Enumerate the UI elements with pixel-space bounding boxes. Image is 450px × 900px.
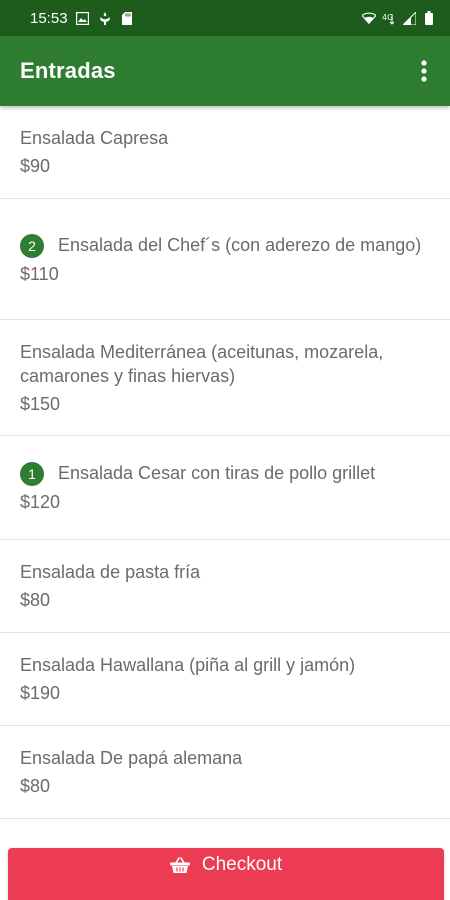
item-price: $80 (20, 590, 51, 610)
app-icon (98, 11, 112, 25)
menu-item[interactable]: Ensalada Capresa $90 (0, 106, 450, 199)
item-price: $80 (20, 776, 51, 796)
item-name: Ensalada Hawallana (piña al grill y jamó… (20, 655, 356, 675)
quantity-badge: 2 (20, 233, 44, 258)
wifi-icon (362, 11, 376, 25)
status-left: 15:53 (30, 10, 134, 27)
more-options-button[interactable] (412, 51, 436, 91)
quantity-badge: 1 (20, 462, 44, 486)
signal-icon (402, 11, 416, 25)
checkout-label: Checkout (201, 854, 283, 875)
item-name: Ensalada De papá alemana (20, 748, 243, 768)
basket-icon (169, 857, 190, 873)
item-price: $120 (20, 492, 61, 512)
menu-item[interactable]: Ensalada De papá alemana $80 (0, 726, 450, 819)
item-name: Ensalada Mediterránea (aceitunas, mozare… (20, 341, 384, 386)
item-name-row: Ensalada Hawallana (piña al grill y jamó… (20, 653, 430, 677)
status-bar: 15:53 4G (0, 0, 450, 36)
battery-icon (422, 11, 436, 25)
menu-item[interactable]: Ensalada Mediterránea (aceitunas, mozare… (0, 320, 450, 436)
status-time: 15:53 (30, 9, 68, 27)
item-name-row: Ensalada Capresa (20, 126, 430, 150)
image-icon (76, 11, 90, 25)
item-name: Ensalada del Chef´s (con aderezo de mang… (58, 234, 422, 255)
status-right: 4G (362, 11, 436, 25)
data-icon: 4G (382, 11, 396, 25)
app-bar: Entradas (0, 36, 450, 106)
item-name-row: Ensalada de pasta fría (20, 560, 430, 584)
menu-item[interactable]: Ensalada de pasta fría $80 (0, 540, 450, 633)
item-name: Ensalada de pasta fría (20, 562, 201, 582)
item-name-row: Ensalada De papá alemana (20, 746, 430, 770)
item-price: $110 (20, 263, 59, 284)
item-name: Ensalada Cesar con tiras de pollo grille… (58, 463, 376, 483)
menu-item[interactable]: 1 Ensalada Cesar con tiras de pollo gril… (0, 436, 450, 540)
menu-item[interactable]: 2 Ensalada del Chef´s (con aderezo de ma… (0, 199, 450, 320)
item-name-row: Ensalada Mediterránea (aceitunas, mozare… (20, 340, 430, 388)
checkout-button[interactable]: Checkout (8, 848, 444, 900)
item-name-row: 1 Ensalada Cesar con tiras de pollo gril… (20, 461, 430, 486)
sd-card-icon (120, 11, 134, 25)
screen: 15:53 4G Entradas Ensalada Capresa $90 2… (0, 0, 450, 900)
item-price: $190 (20, 683, 61, 703)
item-name-row: 2 Ensalada del Chef´s (con aderezo de ma… (20, 233, 430, 258)
item-name: Ensalada Capresa (20, 128, 169, 148)
item-price: $90 (20, 156, 51, 176)
menu-item[interactable]: Ensalada Hawallana (piña al grill y jamó… (0, 633, 450, 726)
more-vert-icon (421, 60, 427, 82)
menu-list: Ensalada Capresa $90 2 Ensalada del Chef… (0, 106, 450, 819)
item-price: $150 (20, 393, 61, 414)
page-title: Entradas (20, 58, 116, 83)
